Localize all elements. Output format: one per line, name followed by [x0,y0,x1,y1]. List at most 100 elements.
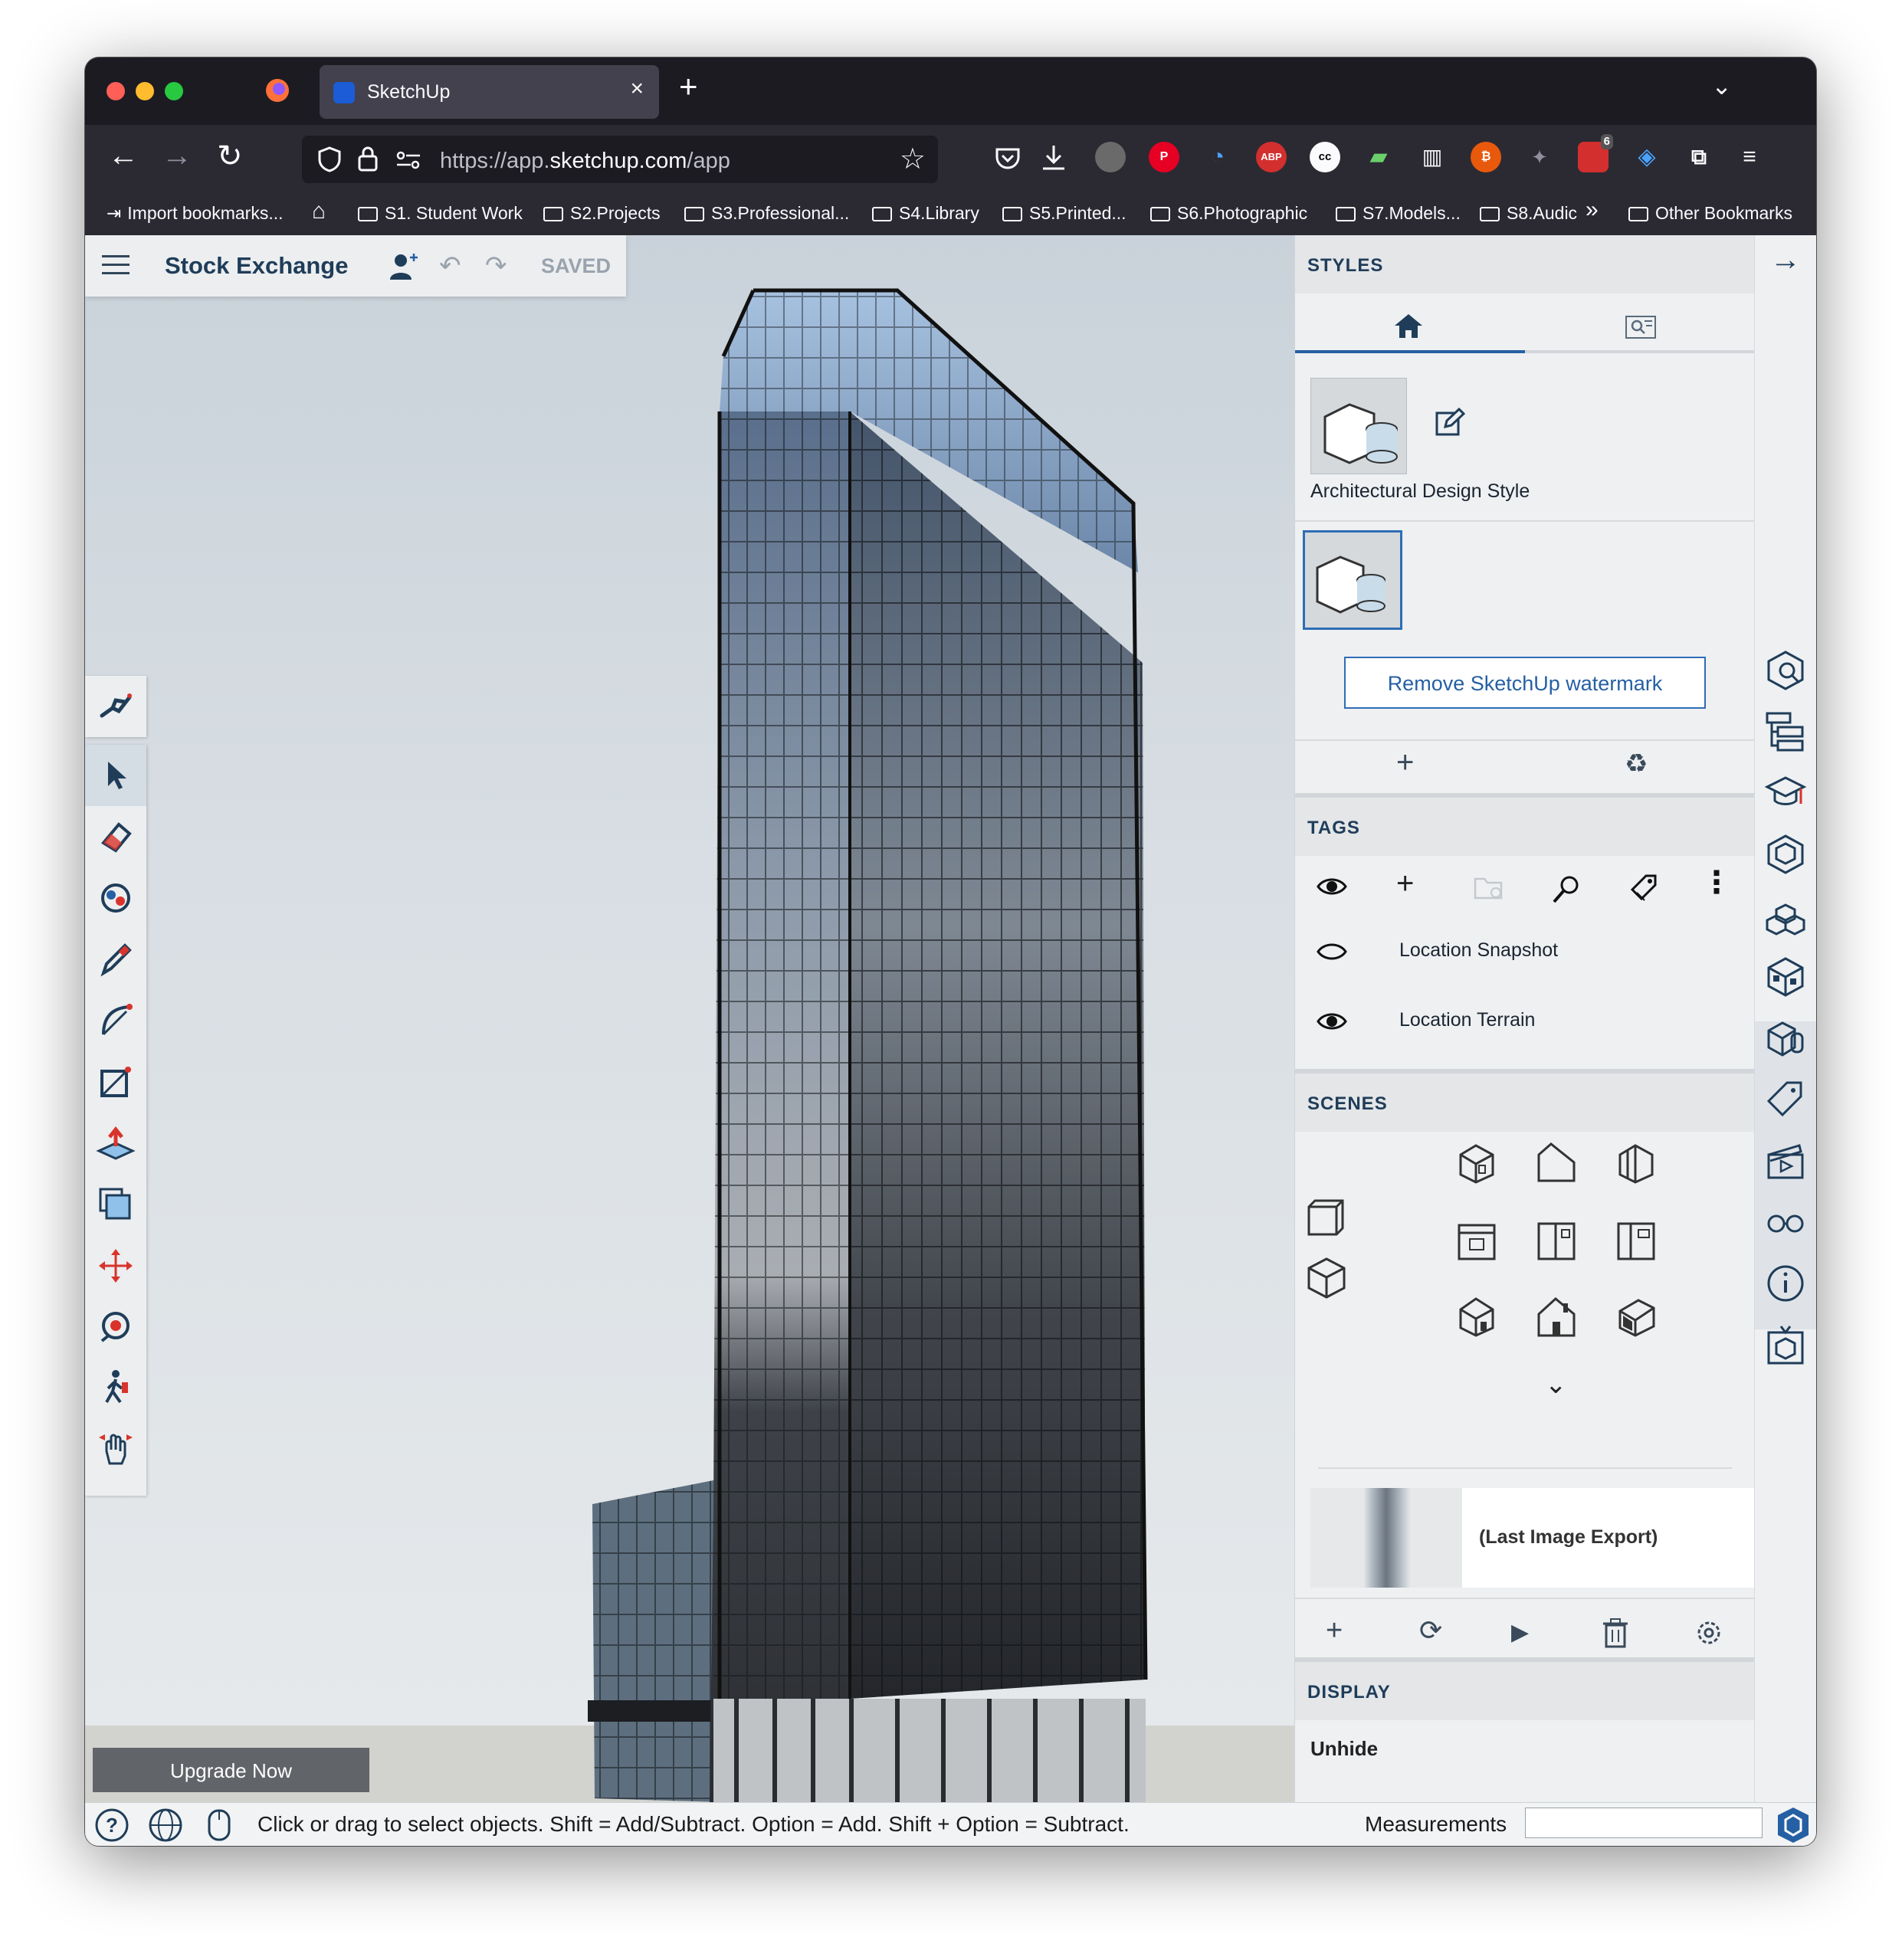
scenes-section-header[interactable]: SCENES [1295,1073,1755,1132]
edge-extension-icon[interactable]: ◔ [1202,142,1233,172]
orbit-tool-icon[interactable] [96,1307,136,1347]
add-tag-button[interactable]: + [1396,867,1414,901]
back-arrow-icon[interactable]: ← [108,139,139,173]
adblock-plus-icon[interactable]: ABP [1256,142,1287,172]
mouse-input-icon[interactable] [206,1808,232,1843]
browse-styles-tab-icon[interactable] [1625,315,1657,339]
bookmark-folder-s3[interactable]: S3.Professional... [684,203,849,224]
minimize-window-button[interactable] [136,82,154,100]
search-tools-runner-icon[interactable] [96,687,136,726]
home-styles-tab-icon[interactable] [1393,312,1424,339]
forward-arrow-icon[interactable]: → [162,139,192,173]
measurements-input[interactable] [1525,1808,1763,1838]
reload-icon[interactable]: ↻ [217,139,243,174]
app-menu-icon[interactable]: ≡ [1734,142,1765,172]
url-bar[interactable]: https://app.sketchup.com/app ☆ [302,136,938,183]
styles-section-header[interactable]: STYLES [1295,235,1755,293]
bookmark-folder-s1[interactable]: S1. Student Work [358,203,523,224]
add-scene-button[interactable]: + [1326,1614,1343,1647]
edit-style-icon[interactable] [1435,407,1465,438]
home-icon[interactable]: ⌂ [312,198,326,225]
outliner-icon[interactable] [1764,710,1807,753]
components-icon[interactable] [1764,833,1807,876]
top-view-house-icon[interactable] [1533,1139,1580,1187]
left-view-icon[interactable] [1612,1216,1660,1264]
geo-location-globe-icon[interactable] [148,1808,183,1843]
iso-view-icon[interactable] [1453,1139,1500,1187]
eraser-icon[interactable] [96,817,136,857]
instructor-graduation-cap-icon[interactable] [1764,772,1807,814]
redo-icon[interactable]: ↷ [485,251,507,281]
bookmark-folder-s7[interactable]: S7.Models... [1336,203,1461,224]
layers-extension-icon[interactable]: ◈ [1631,142,1662,172]
styles-panel-icon[interactable] [1764,1017,1807,1060]
bookmark-import[interactable]: ⇥ Import bookmarks... [107,203,284,224]
tab-sketchup[interactable]: SketchUp × [320,65,659,119]
current-style-thumbnail[interactable] [1310,378,1407,474]
remove-watermark-button[interactable]: Remove SketchUp watermark [1344,657,1706,709]
model-info-icon[interactable] [1764,1262,1807,1305]
bottom-view-house-icon[interactable] [1453,1293,1500,1340]
back-view-icon[interactable] [1533,1216,1580,1264]
offset-tool-icon[interactable] [96,1185,136,1224]
undo-icon[interactable]: ↶ [439,251,461,281]
front-elevation-house-icon[interactable] [1533,1293,1580,1340]
add-collaborator-icon[interactable] [389,252,419,281]
bookmark-folder-s6[interactable]: S6.Photographic [1150,203,1307,224]
walk-tool-icon[interactable] [96,1368,136,1408]
tags-more-options-icon[interactable]: ⋮ [1701,865,1732,900]
bookmark-folder-s2[interactable]: S2.Projects [543,203,661,224]
scene-view-list-icon[interactable] [1303,1193,1350,1241]
pinterest-icon[interactable]: P [1149,142,1179,172]
delete-scene-trash-icon[interactable] [1602,1617,1629,1648]
model-style-thumbnail[interactable] [1303,530,1402,630]
tab-close-icon[interactable]: × [630,76,644,102]
solid-inspector-icon[interactable] [1764,1323,1807,1366]
paint-bucket-icon[interactable] [96,878,136,918]
scene-settings-gear-icon[interactable] [1694,1617,1724,1648]
bookmark-star-icon[interactable]: ☆ [900,142,926,176]
front-view-house-icon[interactable] [1612,1139,1660,1187]
pencil-line-icon[interactable] [96,939,136,979]
rectangle-tool-icon[interactable] [96,1062,136,1102]
zoom-window-button[interactable] [165,82,183,100]
select-arrow-icon[interactable] [96,755,136,795]
right-view-icon[interactable] [1453,1216,1500,1264]
tag-visible-eye-icon[interactable] [1317,1011,1347,1032]
unhide-option[interactable]: Unhide [1310,1737,1378,1761]
display-section-header[interactable]: DISPLAY [1295,1662,1755,1720]
expand-scenes-chevron-icon[interactable]: ⌄ [1545,1369,1567,1400]
toggle-all-visibility-eye-icon[interactable] [1317,876,1347,897]
perspective-house-icon[interactable] [1612,1293,1660,1340]
update-scene-icon[interactable]: ⟳ [1419,1614,1442,1647]
move-tool-icon[interactable] [96,1246,136,1286]
purge-styles-icon[interactable]: ♻ [1625,749,1648,779]
bookmark-folder-s5[interactable]: S5.Printed... [1002,203,1126,224]
scenes-clapper-icon[interactable] [1764,1139,1807,1182]
tags-section-header[interactable]: TAGS [1295,798,1755,856]
pan-hand-icon[interactable] [96,1430,136,1470]
scene-view-iso-icon[interactable] [1303,1254,1350,1302]
pocket-icon[interactable] [994,145,1022,172]
bitcoin-extension-icon[interactable]: ₿ [1471,142,1501,172]
barcode-extension-icon[interactable]: ▥ [1417,142,1448,172]
tab-list-chevron-icon[interactable]: ⌄ [1711,71,1732,100]
upgrade-now-button[interactable]: Upgrade Now [93,1748,369,1792]
bookmark-folder-s8[interactable]: S8.Audic [1480,203,1577,224]
entity-info-cube-search-icon[interactable] [1764,649,1807,692]
model-viewport[interactable] [85,235,1294,1802]
tag-row[interactable]: Location Terrain [1295,983,1755,1052]
play-scenes-icon[interactable]: ▶ [1511,1619,1529,1646]
project-title[interactable]: Stock Exchange [165,252,348,280]
hamburger-menu-icon[interactable] [102,255,130,280]
3d-warehouse-boxes-icon[interactable] [1764,894,1807,937]
new-tab-button[interactable]: + [679,68,698,105]
materials-cube-icon[interactable] [1764,955,1807,998]
bookmarks-overflow-chevron[interactable]: » [1586,197,1599,223]
tag-hidden-eye-icon[interactable] [1317,941,1347,962]
close-window-button[interactable] [107,82,125,100]
profile-extension-icon[interactable] [1095,142,1126,172]
firefox-icon[interactable] [264,77,290,103]
push-pull-icon[interactable] [96,1123,136,1163]
creative-commons-icon[interactable]: cc [1310,142,1340,172]
